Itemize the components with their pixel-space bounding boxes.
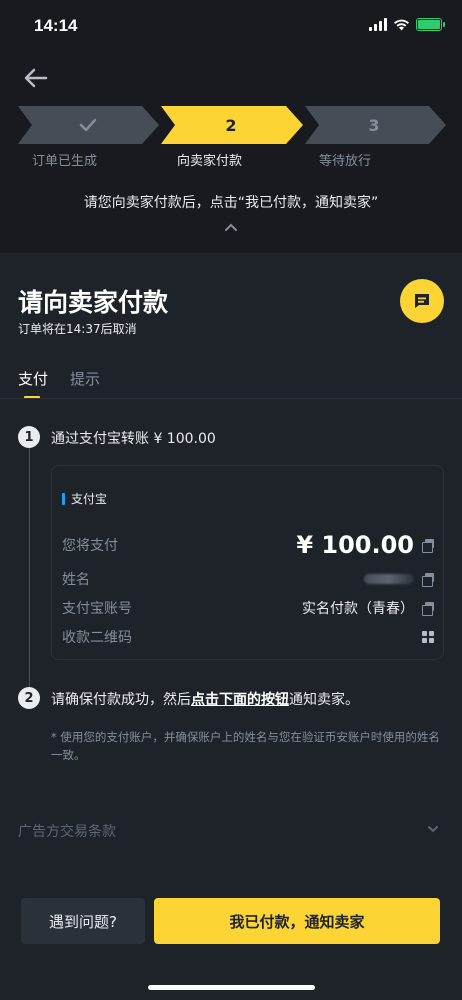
wifi-icon: [394, 19, 409, 31]
alipay-accent-bar: [62, 492, 65, 505]
cellular-signal-icon: [369, 18, 387, 31]
step-2-label: 向卖家付款: [177, 154, 243, 169]
step-3-label: 等待放行: [319, 154, 372, 169]
tab-pay[interactable]: 支付: [18, 368, 48, 399]
chevron-down-icon[interactable]: [427, 824, 439, 834]
status-icons: [369, 18, 445, 31]
payment-method: 支付宝: [62, 490, 107, 507]
instruction-step-2-link[interactable]: 点击下面的按钮: [191, 692, 289, 708]
chat-icon: [415, 294, 429, 308]
payment-method-label: 支付宝: [71, 492, 108, 506]
amount-label: 您将支付: [62, 538, 118, 554]
page-title: 请向卖家付款: [18, 288, 169, 317]
qr-code-icon[interactable]: [422, 631, 434, 643]
payment-details-card: 支付宝 您将支付 ¥ 100.00 姓名 支付宝账号 实名付款（青春） 收款二维…: [51, 465, 444, 660]
step-3-number: 3: [368, 115, 380, 135]
instruction-step-1: 通过支付宝转账 ¥ 100.00: [51, 431, 216, 447]
instruction-step-2: 请确保付款成功，然后点击下面的按钮通知卖家。: [51, 689, 359, 709]
instruction-step-2-post: 通知卖家。: [289, 692, 359, 708]
qr-label: 收款二维码: [62, 630, 132, 646]
instruction-step-2-number: 2: [18, 687, 40, 709]
problem-button[interactable]: 遇到问题?: [21, 898, 145, 944]
copy-icon[interactable]: [422, 539, 434, 553]
amount-value: ¥ 100.00: [296, 531, 414, 559]
instruction-connector-line: [29, 448, 30, 688]
name-label: 姓名: [62, 572, 90, 588]
name-row: 姓名: [62, 567, 434, 591]
chevron-up-icon[interactable]: [224, 222, 238, 232]
status-time: 14:14: [34, 16, 78, 35]
tab-bar: 支付 提示: [18, 368, 100, 399]
copy-icon[interactable]: [422, 573, 434, 587]
payment-hint: 请您向卖家付款后，点击“我已付款，通知卖家”: [83, 195, 379, 211]
copy-icon[interactable]: [422, 602, 434, 616]
status-bar: 14:14: [0, 0, 462, 54]
top-area: 14:14 2 3 订单已生成 向卖家付款 等待放行 请您向卖家付款后，点击“我…: [0, 0, 462, 253]
instruction-step-2-pre: 请确保付款成功，然后: [51, 692, 191, 708]
advertiser-terms[interactable]: 广告方交易条款: [18, 821, 116, 841]
instruction-step-1-number: 1: [18, 426, 40, 448]
step-labels: 订单已生成 向卖家付款 等待放行: [18, 150, 446, 170]
cancel-countdown: 订单将在14:37后取消: [18, 322, 137, 336]
paid-notify-button[interactable]: 我已付款，通知卖家: [154, 898, 440, 944]
home-indicator: [148, 985, 315, 990]
chat-button[interactable]: [400, 279, 444, 323]
step-1-label: 订单已生成: [32, 154, 98, 169]
account-label: 支付宝账号: [62, 601, 132, 617]
account-value: 实名付款（青春）: [302, 601, 414, 617]
amount-row: 您将支付 ¥ 100.00: [62, 530, 434, 560]
tabs-divider: [0, 398, 462, 399]
account-row: 支付宝账号 实名付款（青春）: [62, 596, 434, 620]
battery-charging-icon: [416, 18, 445, 31]
name-match-note: * 使用您的支付账户，并确保账户上的姓名与您在验证币安账户时使用的姓名一致。: [51, 730, 440, 762]
step-2-number: 2: [225, 115, 237, 135]
tab-tips[interactable]: 提示: [70, 368, 100, 398]
checkmark-icon: [79, 118, 97, 132]
masked-name: [364, 574, 414, 584]
back-arrow-icon[interactable]: [22, 64, 50, 92]
progress-steps: 2 3: [18, 106, 446, 144]
qr-row[interactable]: 收款二维码: [62, 625, 434, 649]
